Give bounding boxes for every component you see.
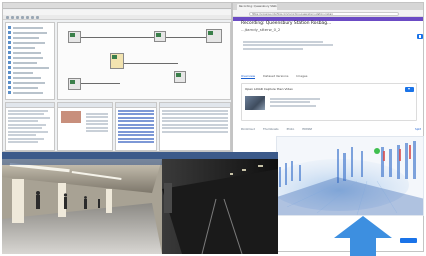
workflow-node[interactable] [174, 71, 186, 83]
chevron-down-icon[interactable] [405, 87, 414, 92]
toolbar-button[interactable] [16, 16, 19, 19]
node-editor-window [2, 2, 232, 152]
panel-header [58, 103, 112, 108]
connection-wire [80, 37, 140, 38]
card-title: Open LiDAR Capture then Video [245, 87, 293, 91]
address-bar-row: https://universe.roboflow.com/recording-… [233, 10, 423, 17]
page-title: Recording: Queensbury Station Rosbag... [241, 21, 332, 26]
folder-icon [8, 71, 11, 74]
workflow-node-selected[interactable] [110, 53, 124, 69]
tab-hdmap[interactable]: HDMAP [302, 127, 312, 131]
folder-icon [8, 36, 11, 39]
folder-icon [8, 86, 11, 89]
folder-icon [8, 66, 11, 69]
node-description-panel [159, 102, 231, 151]
footer-action-button[interactable] [400, 238, 417, 243]
url-input[interactable]: https://universe.roboflow.com/recording-… [249, 11, 399, 16]
pointcloud-viewer[interactable] [276, 136, 424, 216]
split-view-button[interactable]: Split [415, 127, 421, 131]
folder-icon [8, 26, 11, 29]
outline-panel [5, 102, 55, 151]
workflow-node[interactable] [154, 31, 166, 42]
folder-icon [8, 76, 11, 79]
tab-photo[interactable]: Photo [287, 127, 295, 131]
folder-icon [8, 41, 11, 44]
tree-item[interactable] [8, 90, 52, 95]
tab-images[interactable]: Images [296, 74, 307, 79]
folder-icon [8, 31, 11, 34]
toolbar-button[interactable] [26, 16, 29, 19]
tab-thumbnails[interactable]: Thumbnails [263, 127, 279, 131]
folder-icon [8, 81, 11, 84]
video-header-bar [2, 152, 278, 159]
download-icon[interactable] [417, 34, 423, 39]
tab-dataset-versions[interactable]: Dataset Versions [263, 74, 288, 79]
node-repository-tree [5, 22, 55, 100]
panel-header [116, 103, 156, 108]
toolbar-button[interactable] [21, 16, 24, 19]
workflow-node[interactable] [206, 29, 222, 43]
pointcloud-render [277, 141, 423, 215]
window-titlebar[interactable] [3, 3, 231, 9]
folder-icon [8, 56, 11, 59]
toolbar-button[interactable] [36, 16, 39, 19]
tab-overview[interactable]: Overview [241, 74, 256, 79]
connection-wire [118, 63, 178, 64]
toolbar-button[interactable] [11, 16, 14, 19]
folder-icon [8, 51, 11, 54]
up-arrow-icon [334, 216, 392, 256]
section-tabs: Overview Dataset Versions Images [241, 74, 307, 79]
workflow-node[interactable] [68, 78, 81, 90]
capture-metadata [268, 96, 328, 108]
properties-panel [57, 102, 113, 151]
station-photo [2, 159, 278, 254]
connection-wire [80, 83, 120, 84]
preview-image [61, 111, 81, 123]
capture-card: Open LiDAR Capture then Video [241, 83, 417, 121]
tab-pointcloud[interactable]: Pointcloud [241, 127, 255, 131]
workflow-node[interactable] [68, 31, 81, 43]
viewer-toolbar: Pointcloud Thumbnails Photo HDMAP Split [241, 127, 421, 131]
folder-icon [8, 91, 11, 94]
panel-header [160, 103, 230, 108]
folder-icon [8, 61, 11, 64]
station-video-frame [2, 152, 278, 254]
workflow-canvas[interactable] [57, 22, 231, 100]
toolbar-button[interactable] [31, 16, 34, 19]
folder-icon [8, 46, 11, 49]
tab-strip: Recording: Queensbury Station Rosbag... [233, 3, 423, 10]
property-list [84, 111, 110, 134]
description-text [241, 39, 341, 51]
console-panel [115, 102, 157, 151]
panel-header [6, 103, 54, 108]
capture-thumbnail[interactable] [245, 96, 265, 110]
page-subtitle: ...jtamdy_stterw_0_2 [241, 27, 281, 32]
toolbar [3, 15, 231, 20]
toolbar-button[interactable] [6, 16, 9, 19]
